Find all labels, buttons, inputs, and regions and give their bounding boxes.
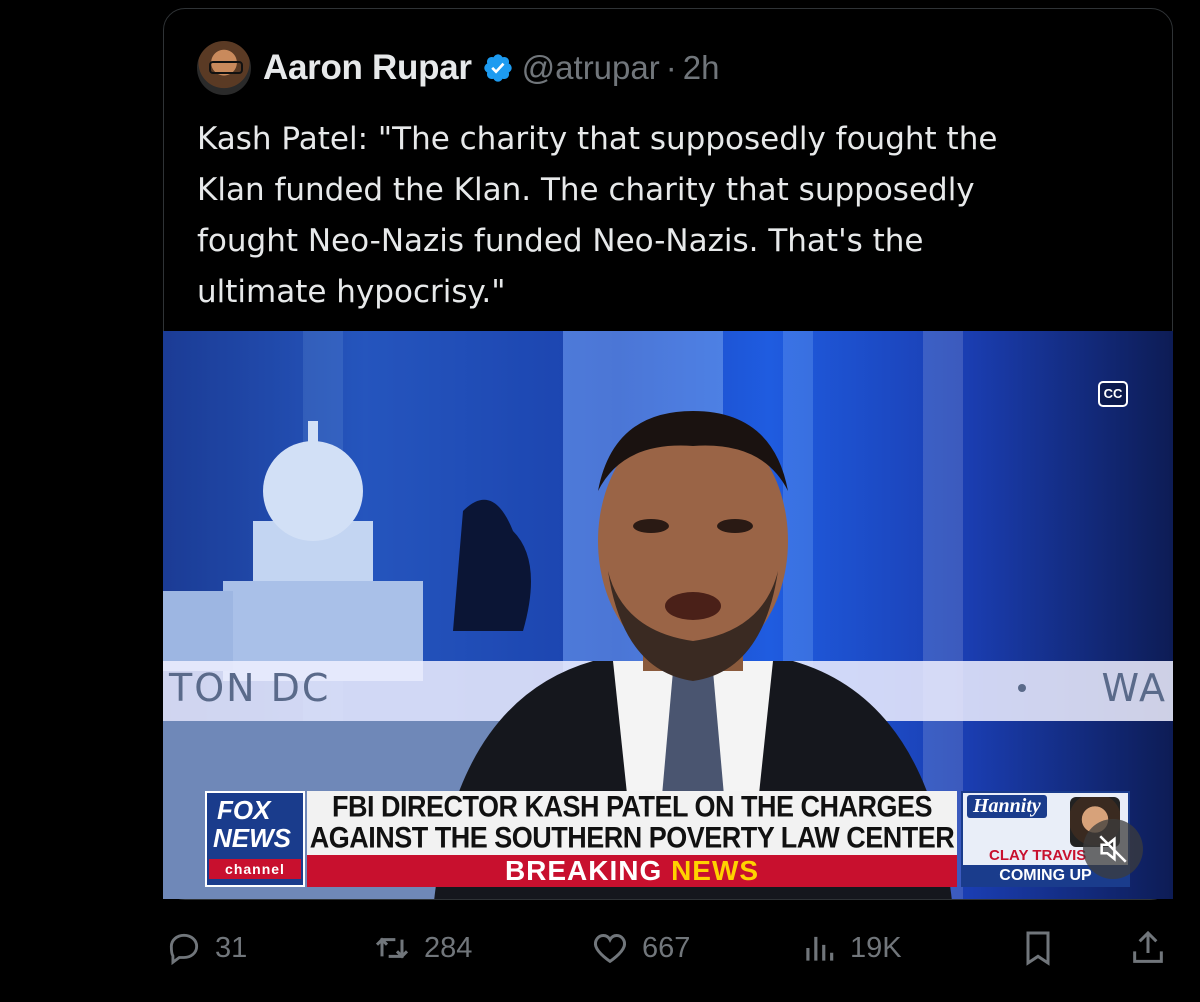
- breaking-word: BREAKING: [504, 855, 663, 886]
- author-name[interactable]: Aaron Rupar: [263, 48, 472, 88]
- tweet-text-line: fought Neo-Nazis funded Neo-Nazis. That'…: [197, 223, 924, 259]
- guest-name: CLAY TRAVIS: [989, 847, 1087, 864]
- verified-badge-icon: [482, 52, 514, 84]
- reply-count: 31: [215, 931, 248, 964]
- share-icon: [1133, 930, 1163, 963]
- chyron-line: FBI DIRECTOR KASH PATEL ON THE CHARGES: [331, 790, 933, 824]
- logo-line-2: NEWS: [213, 823, 291, 853]
- bookmark-button[interactable]: [1018, 918, 1058, 978]
- share-button[interactable]: [1128, 918, 1168, 978]
- timestamp[interactable]: 2h: [683, 49, 720, 87]
- like-count: 667: [642, 931, 691, 964]
- breaking-news-bar: BREAKING NEWS: [307, 855, 957, 887]
- reply-icon: [169, 933, 199, 966]
- repost-icon: [375, 937, 409, 959]
- repost-button[interactable]: 284: [372, 918, 472, 978]
- news-word: NEWS: [671, 855, 760, 886]
- analytics-icon: [806, 936, 834, 961]
- tweet-actions: 31 284 667 19K: [0, 918, 1200, 978]
- author-handle[interactable]: @atrupar: [522, 49, 660, 87]
- tweet-text-line: ultimate hypocrisy.": [197, 274, 506, 310]
- chyron-line: AGAINST THE SOUTHERN POVERTY LAW CENTER: [309, 821, 955, 855]
- news-lower-third: FOX NEWS channel FBI DIRECTOR KASH PATEL…: [205, 791, 1130, 887]
- like-button[interactable]: 667: [590, 918, 690, 978]
- chyron-headline: FBI DIRECTOR KASH PATEL ON THE CHARGES A…: [307, 791, 957, 855]
- bookmark-icon: [1026, 931, 1050, 966]
- backdrop-text-right: WA: [1101, 666, 1167, 710]
- logo-line-1: FOX: [217, 795, 271, 825]
- backdrop-bullet: [1018, 684, 1026, 692]
- video-player[interactable]: TON DC WA CC FOX NEWS channel FBI DIRECT…: [163, 331, 1173, 899]
- reply-button[interactable]: 31: [165, 918, 247, 978]
- tweet-text-line: Kash Patel: "The charity that supposedly…: [197, 121, 998, 157]
- avatar[interactable]: [197, 41, 251, 95]
- view-count: 19K: [850, 931, 902, 964]
- repost-count: 284: [424, 931, 473, 964]
- logo-line-3: channel: [209, 859, 301, 879]
- closed-captions-icon[interactable]: CC: [1098, 381, 1128, 407]
- heart-icon: [593, 933, 627, 964]
- fox-news-logo: FOX NEWS channel: [205, 791, 305, 887]
- tweet-text-line: Klan funded the Klan. The charity that s…: [197, 172, 975, 208]
- separator-dot: ·: [665, 49, 677, 86]
- backdrop-text-left: TON DC: [169, 666, 331, 710]
- tweet-header: Aaron Rupar @atrupar · 2h: [197, 40, 719, 96]
- show-logo: Hannity: [967, 795, 1047, 818]
- views-button[interactable]: 19K: [800, 918, 902, 978]
- tweet-text: Kash Patel: "The charity that supposedly…: [197, 114, 1137, 318]
- muted-speaker-icon: [1099, 835, 1127, 863]
- unmute-button[interactable]: [1083, 819, 1143, 879]
